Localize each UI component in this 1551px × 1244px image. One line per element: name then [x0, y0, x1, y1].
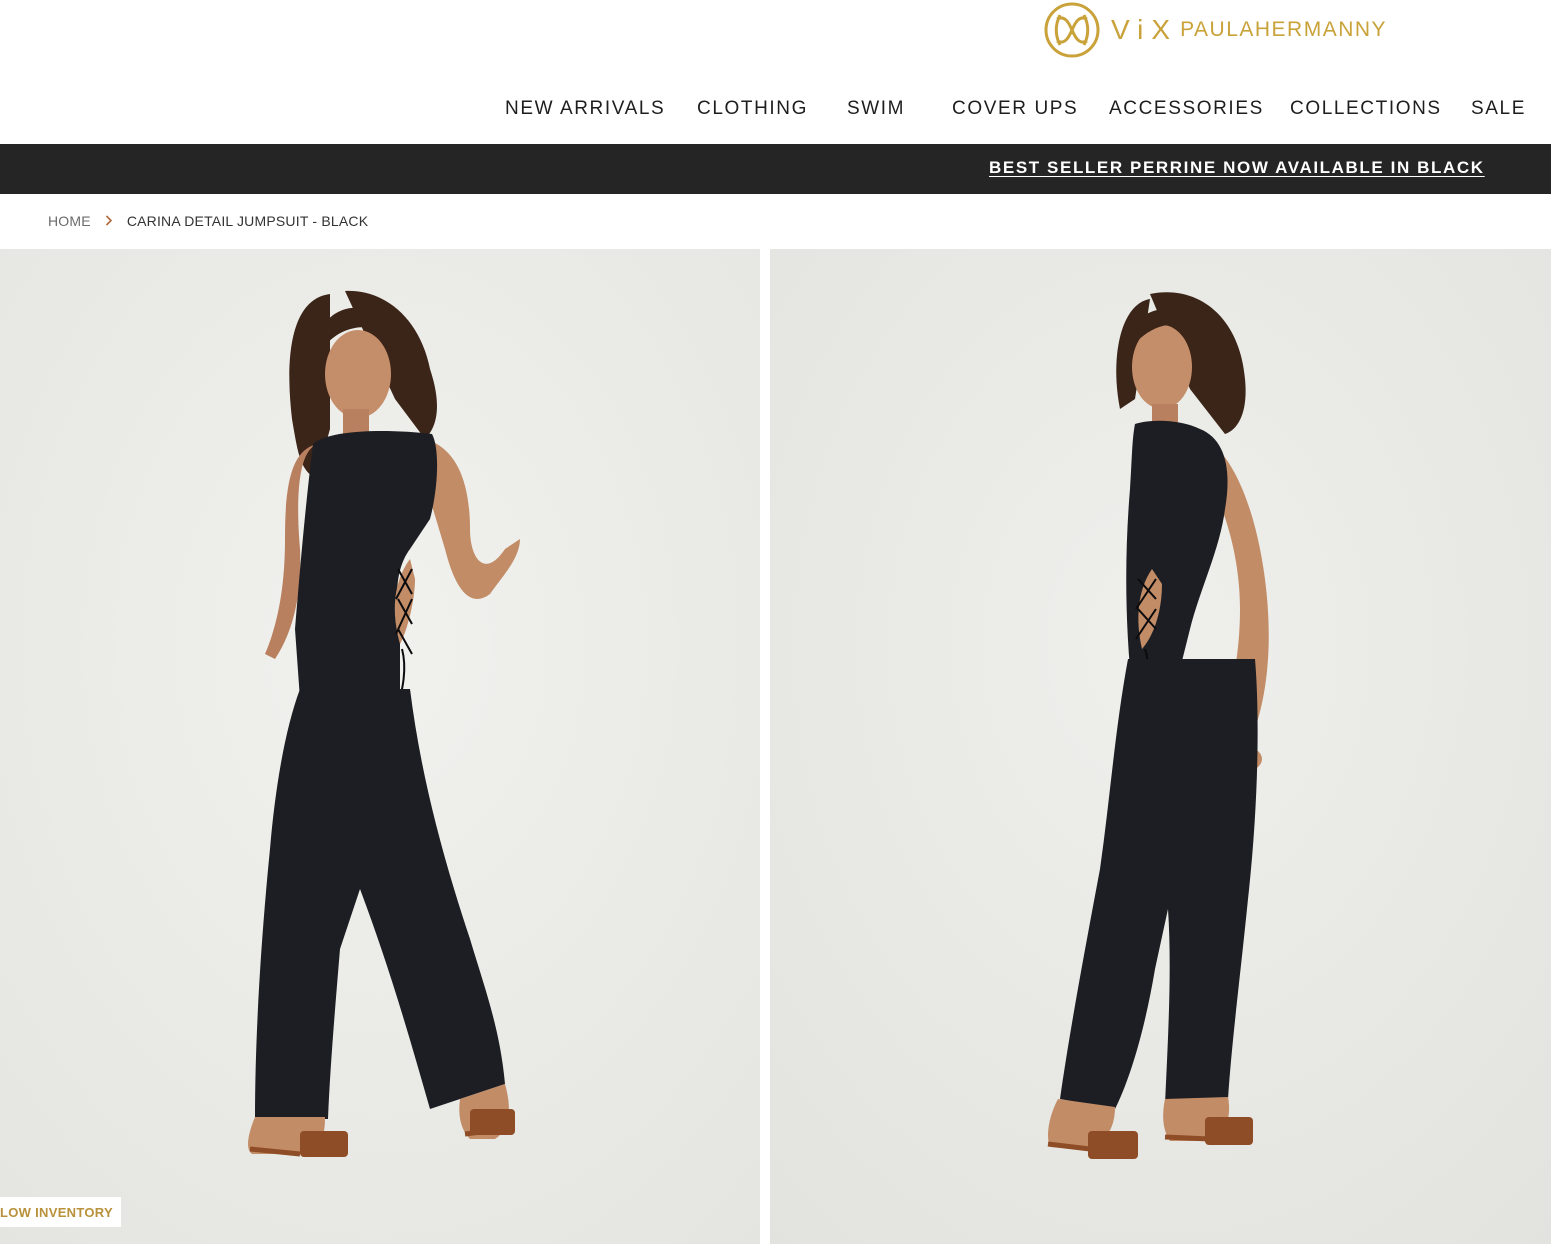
breadcrumb-home-link[interactable]: HOME [48, 213, 91, 229]
announcement-bar: BEST SELLER PERRINE NOW AVAILABLE IN BLA… [0, 144, 1551, 194]
nav-item-clothing[interactable]: CLOTHING [697, 98, 808, 120]
brand-logo[interactable]: ViX PAULAHERMANNY [1043, 0, 1387, 60]
nav-item-sale[interactable]: SALE [1471, 98, 1526, 120]
low-inventory-label: LOW INVENTORY [0, 1204, 113, 1220]
nav-item-collections[interactable]: COLLECTIONS [1290, 98, 1442, 120]
nav-item-swim[interactable]: SWIM [847, 98, 905, 120]
nav-item-cover-ups[interactable]: COVER UPS [952, 98, 1078, 120]
vix-monogram-icon [1044, 2, 1100, 58]
product-photo-front[interactable] [0, 249, 760, 1244]
main-nav: NEW ARRIVALS CLOTHING SWIM COVER UPS ACC… [0, 98, 1551, 128]
product-photo-side[interactable] [770, 249, 1551, 1244]
chevron-right-icon [105, 214, 113, 229]
site-header: ViX PAULAHERMANNY NEW ARRIVALS CLOTHING … [0, 0, 1551, 144]
breadcrumb: HOME CARINA DETAIL JUMPSUIT - BLACK [48, 212, 368, 230]
breadcrumb-current: CARINA DETAIL JUMPSUIT - BLACK [126, 213, 369, 229]
nav-item-accessories[interactable]: ACCESSORIES [1109, 98, 1264, 120]
low-inventory-badge: LOW INVENTORY [0, 1197, 121, 1227]
brand-wordmark: ViX [1111, 14, 1179, 45]
announcement-link[interactable]: BEST SELLER PERRINE NOW AVAILABLE IN BLA… [989, 158, 1485, 178]
nav-item-new-arrivals[interactable]: NEW ARRIVALS [505, 98, 665, 120]
brand-name: PAULAHERMANNY [1180, 18, 1388, 41]
